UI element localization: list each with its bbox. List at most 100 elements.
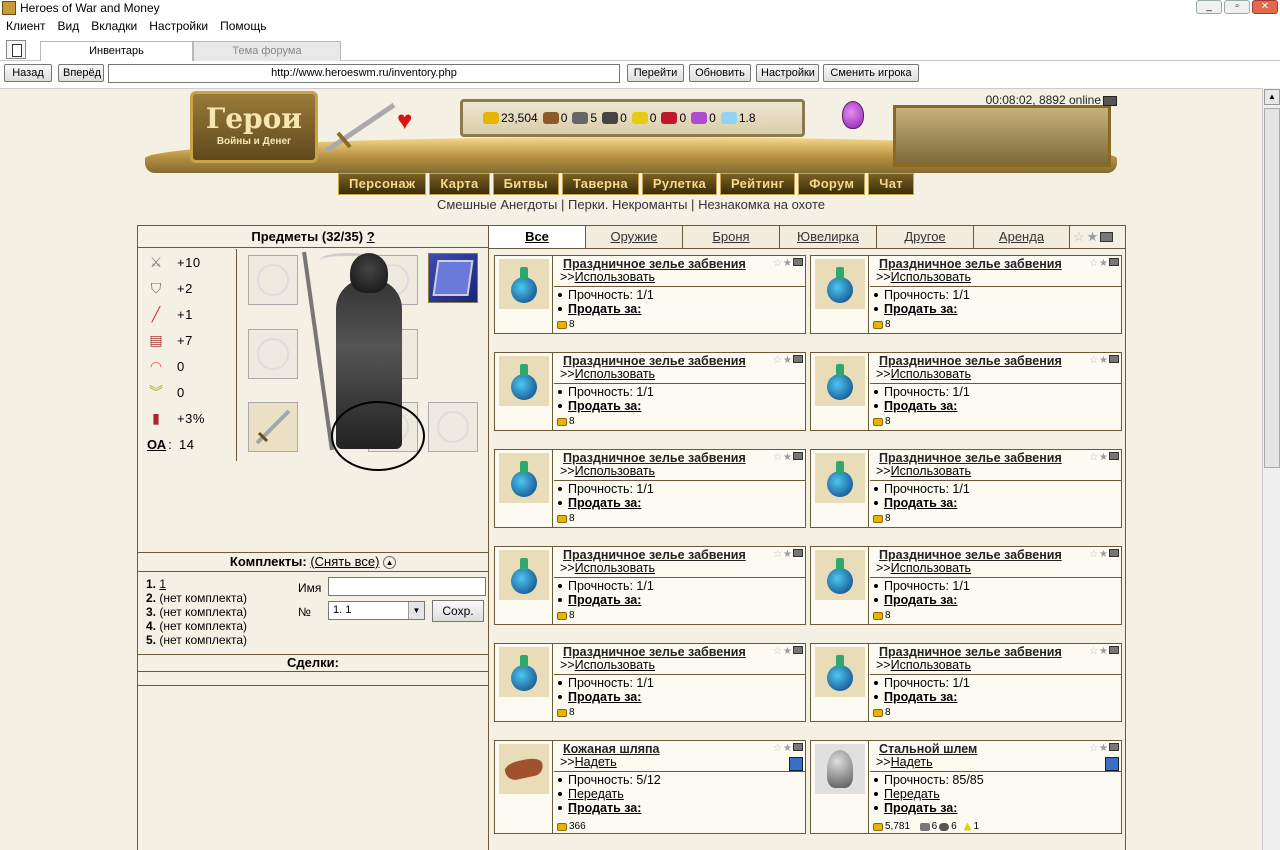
- settings-button[interactable]: Настройки: [756, 64, 819, 82]
- chest-icon[interactable]: [1100, 232, 1114, 242]
- chest-icon[interactable]: [1109, 258, 1119, 266]
- item-name-link[interactable]: Праздничное зелье забвения: [563, 354, 746, 368]
- news-link[interactable]: Незнакомка на охоте: [698, 197, 825, 212]
- transfer-link[interactable]: Передать: [884, 787, 940, 801]
- nav-map[interactable]: Карта: [429, 173, 490, 195]
- item-action-link[interactable]: Использовать: [575, 658, 655, 672]
- news-link[interactable]: Перки. Некроманты: [568, 197, 687, 212]
- camera-icon[interactable]: [1103, 95, 1117, 106]
- nav-rating[interactable]: Рейтинг: [720, 173, 796, 195]
- sell-link[interactable]: Продать за:: [568, 496, 641, 510]
- item-action-link[interactable]: Использовать: [891, 658, 971, 672]
- close-button[interactable]: ✕: [1252, 0, 1278, 14]
- star-outline-icon[interactable]: ☆: [773, 743, 782, 754]
- page-scrollbar[interactable]: ▲: [1262, 88, 1280, 850]
- item-thumbnail[interactable]: [495, 450, 553, 527]
- star-icon[interactable]: ★: [1099, 646, 1108, 657]
- chest-icon[interactable]: [1109, 355, 1119, 363]
- scroll-up-icon[interactable]: ▲: [1264, 89, 1280, 105]
- maximize-button[interactable]: ▫: [1224, 0, 1250, 14]
- star-outline-icon[interactable]: ☆: [1089, 355, 1098, 366]
- new-tab-icon[interactable]: [6, 40, 26, 59]
- star-icon[interactable]: ★: [1087, 229, 1099, 245]
- star-icon[interactable]: ★: [783, 743, 792, 754]
- sell-link[interactable]: Продать за:: [568, 690, 641, 704]
- chest-icon[interactable]: [1109, 452, 1119, 460]
- item-name-link[interactable]: Праздничное зелье забвения: [563, 548, 746, 562]
- slot-ring-1[interactable]: [248, 255, 298, 305]
- sell-link[interactable]: Продать за:: [884, 593, 957, 607]
- item-action-link[interactable]: Использовать: [575, 464, 655, 478]
- repair-icon[interactable]: [789, 757, 803, 771]
- nav-roulette[interactable]: Рулетка: [641, 173, 717, 195]
- item-name-link[interactable]: Праздничное зелье забвения: [563, 645, 746, 659]
- collapse-icon[interactable]: ▲: [383, 556, 397, 570]
- item-thumbnail[interactable]: [495, 741, 553, 833]
- item-thumbnail[interactable]: [495, 256, 553, 333]
- filter-rent[interactable]: Аренда: [974, 226, 1070, 248]
- chest-icon[interactable]: [793, 743, 803, 751]
- forward-button[interactable]: Вперёд: [58, 64, 104, 82]
- star-outline-icon[interactable]: ☆: [773, 452, 782, 463]
- item-thumbnail[interactable]: [811, 547, 869, 624]
- item-name-link[interactable]: Праздничное зелье забвения: [879, 451, 1062, 465]
- set-link[interactable]: 1: [159, 577, 166, 591]
- chest-icon[interactable]: [793, 452, 803, 460]
- back-button[interactable]: Назад: [4, 64, 52, 82]
- item-thumbnail[interactable]: [811, 450, 869, 527]
- filter-weapons[interactable]: Оружие: [586, 226, 683, 248]
- chest-icon[interactable]: [793, 549, 803, 557]
- menu-tabs[interactable]: Вкладки: [91, 19, 137, 33]
- star-outline-icon[interactable]: ☆: [773, 355, 782, 366]
- item-thumbnail[interactable]: [811, 741, 869, 833]
- slot-ring-2[interactable]: [248, 329, 298, 379]
- oa-link[interactable]: ОА: [147, 437, 166, 452]
- set-name-input[interactable]: [328, 577, 486, 596]
- item-action-link[interactable]: Использовать: [891, 464, 971, 478]
- remove-all-link[interactable]: (Снять все): [310, 554, 379, 569]
- transfer-link[interactable]: Передать: [568, 787, 624, 801]
- item-thumbnail[interactable]: [495, 547, 553, 624]
- star-icon[interactable]: ★: [1099, 452, 1108, 463]
- chest-icon[interactable]: [1109, 549, 1119, 557]
- sell-link[interactable]: Продать за:: [884, 801, 957, 815]
- filter-other[interactable]: Другое: [877, 226, 974, 248]
- item-name-link[interactable]: Кожаная шляпа: [563, 742, 660, 756]
- item-action-link[interactable]: Использовать: [891, 367, 971, 381]
- menu-settings[interactable]: Настройки: [149, 19, 208, 33]
- item-thumbnail[interactable]: [495, 353, 553, 430]
- chevron-down-icon[interactable]: ▼: [408, 602, 424, 619]
- go-button[interactable]: Перейти: [627, 64, 684, 82]
- star-icon[interactable]: ★: [783, 452, 792, 463]
- tab-forum-topic[interactable]: Тема форума: [193, 41, 341, 61]
- refresh-button[interactable]: Обновить: [689, 64, 751, 82]
- filter-jewelry[interactable]: Ювелирка: [780, 226, 877, 248]
- item-thumbnail[interactable]: [811, 256, 869, 333]
- star-outline-icon[interactable]: ☆: [1089, 452, 1098, 463]
- item-action-link[interactable]: Использовать: [575, 561, 655, 575]
- menu-client[interactable]: Клиент: [6, 19, 46, 33]
- nav-chat[interactable]: Чат: [868, 173, 914, 195]
- item-name-link[interactable]: Праздничное зелье забвения: [879, 354, 1062, 368]
- address-input[interactable]: http://www.heroeswm.ru/inventory.php: [108, 64, 620, 83]
- item-action-link[interactable]: Надеть: [891, 755, 933, 769]
- star-icon[interactable]: ★: [783, 646, 792, 657]
- sell-link[interactable]: Продать за:: [884, 496, 957, 510]
- save-set-button[interactable]: Сохр.: [432, 600, 484, 622]
- chest-icon[interactable]: [793, 646, 803, 654]
- filter-armor[interactable]: Броня: [683, 226, 780, 248]
- scroll-thumb[interactable]: [1264, 108, 1280, 468]
- item-action-link[interactable]: Использовать: [575, 367, 655, 381]
- sell-link[interactable]: Продать за:: [568, 801, 641, 815]
- item-name-link[interactable]: Праздничное зелье забвения: [563, 257, 746, 271]
- filter-all[interactable]: Все: [489, 226, 586, 248]
- menu-view[interactable]: Вид: [58, 19, 80, 33]
- star-icon[interactable]: ★: [1099, 258, 1108, 269]
- star-outline-icon[interactable]: ☆: [1089, 258, 1098, 269]
- chest-icon[interactable]: [793, 258, 803, 266]
- item-name-link[interactable]: Стальной шлем: [879, 742, 977, 756]
- item-action-link[interactable]: Надеть: [575, 755, 617, 769]
- item-action-link[interactable]: Использовать: [891, 270, 971, 284]
- star-icon[interactable]: ★: [1099, 549, 1108, 560]
- star-icon[interactable]: ★: [783, 549, 792, 560]
